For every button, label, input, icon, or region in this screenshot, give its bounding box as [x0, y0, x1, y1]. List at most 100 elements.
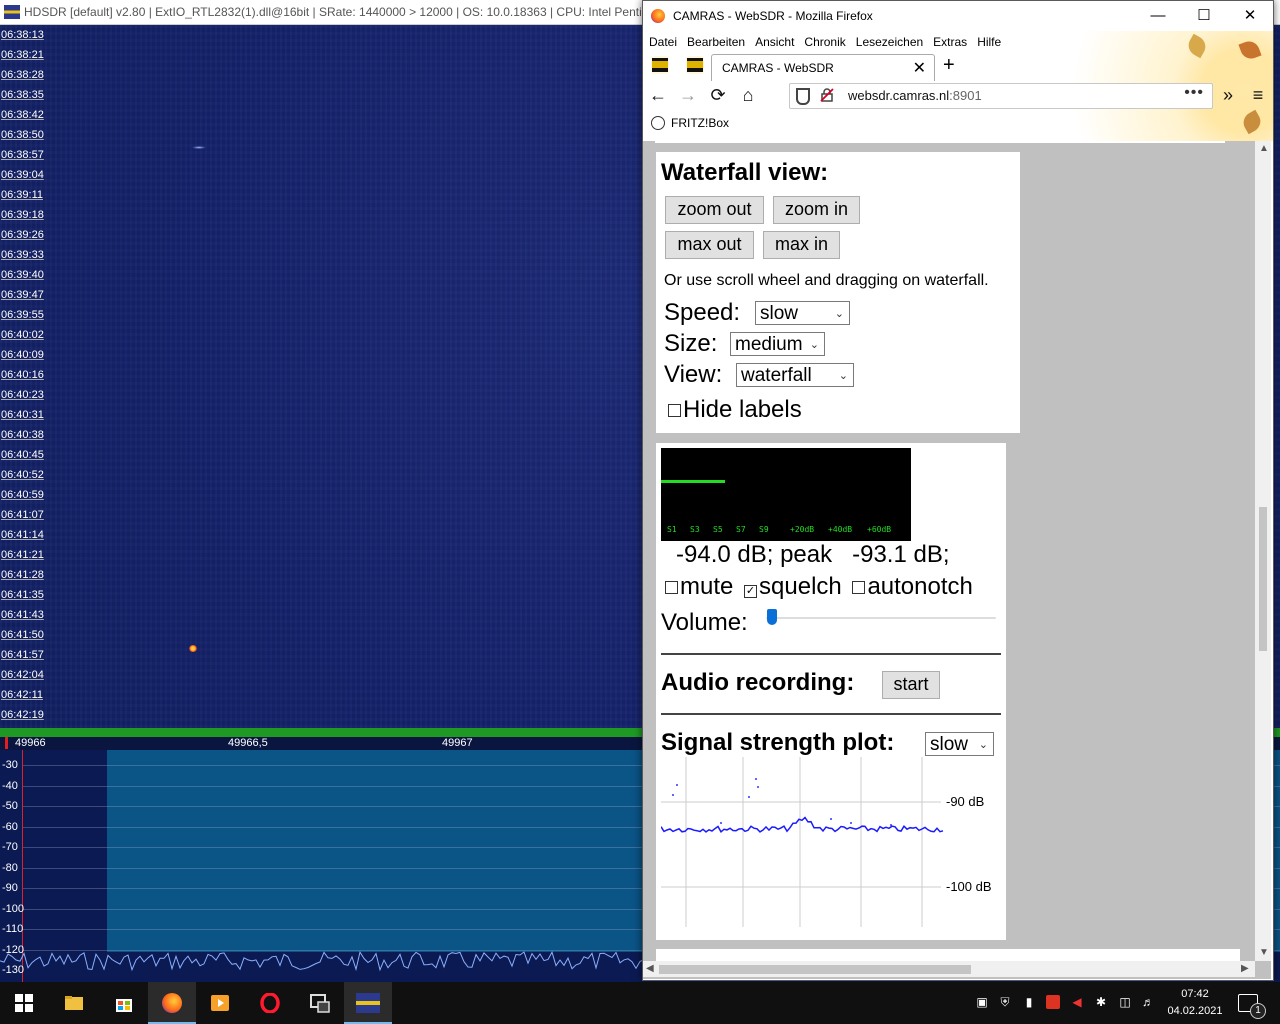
view-select[interactable]: waterfall ⌄: [736, 363, 854, 387]
pinned-tab-1[interactable]: [651, 56, 669, 74]
db-scale-label: -90: [2, 882, 18, 894]
horizontal-scroll-thumb[interactable]: [659, 965, 971, 974]
tab-title: CAMRAS - WebSDR: [722, 61, 834, 75]
overflow-button[interactable]: »: [1217, 84, 1239, 106]
max-out-button[interactable]: max out: [665, 231, 754, 259]
vertical-scroll-thumb[interactable]: [1259, 507, 1267, 651]
hamburger-menu-button[interactable]: ≡: [1247, 84, 1269, 106]
back-button[interactable]: ←: [647, 84, 669, 106]
signal-strength-plot: -90 dB -100 dB: [661, 757, 992, 927]
minimize-button[interactable]: —: [1135, 1, 1181, 31]
page-actions-button[interactable]: •••: [1184, 84, 1204, 102]
s-meter-label: S9: [759, 525, 769, 534]
folder-icon: [65, 996, 83, 1010]
taskbar-firefox[interactable]: [148, 982, 196, 1024]
defender-shield-icon[interactable]: ⛨: [998, 995, 1012, 1009]
audio-recording-heading: Audio recording:: [661, 669, 855, 696]
scroll-down-icon[interactable]: ▼: [1259, 947, 1269, 958]
s-meter-label: +20dB: [790, 525, 815, 534]
waterfall-time-label: 06:40:23: [1, 389, 44, 401]
volume-muted-icon[interactable]: ◀: [1070, 995, 1084, 1009]
db-scale-label: -110: [2, 923, 24, 935]
url-port: :8901: [949, 88, 982, 103]
waterfall-time-label: 06:39:26: [1, 229, 44, 241]
freq-label: 49966,5: [228, 737, 268, 749]
forward-button[interactable]: →: [677, 84, 699, 106]
bookmark-fritzbox[interactable]: FRITZ!Box: [671, 116, 729, 130]
waterfall-time-label: 06:38:42: [1, 109, 44, 121]
waterfall-view-panel: Waterfall view: zoom out zoom in max out…: [656, 152, 1020, 433]
close-window-button[interactable]: ✕: [1227, 1, 1273, 31]
bluetooth-icon[interactable]: ✱: [1094, 995, 1108, 1009]
waterfall-time-label: 06:39:18: [1, 209, 44, 221]
menu-chronik[interactable]: Chronik: [804, 31, 845, 53]
signal-strength-plot-heading: Signal strength plot:: [661, 729, 895, 756]
waterfall-signal-burst: [189, 645, 197, 652]
home-button[interactable]: ⌂: [737, 84, 759, 106]
zoom-out-button[interactable]: zoom out: [665, 196, 764, 224]
scroll-left-icon[interactable]: ◀: [646, 963, 654, 974]
scroll-up-icon[interactable]: ▲: [1259, 143, 1269, 154]
tab-close-icon[interactable]: ✕: [913, 58, 926, 78]
menu-bearbeiten[interactable]: Bearbeiten: [687, 31, 745, 53]
usb-device-icon[interactable]: ▮: [1022, 995, 1036, 1009]
taskbar-hdsdr[interactable]: [344, 982, 392, 1024]
volume-slider-thumb[interactable]: [767, 609, 777, 625]
menu-hilfe[interactable]: Hilfe: [977, 31, 1001, 53]
plot-speed-value: slow: [930, 734, 969, 755]
pinned-tab-2[interactable]: [686, 56, 704, 74]
max-in-button[interactable]: max in: [763, 231, 840, 259]
new-tab-button[interactable]: +: [943, 54, 955, 77]
waterfall-time-label: 06:40:31: [1, 409, 44, 421]
taskbar-opera[interactable]: [246, 982, 294, 1024]
start-recording-button[interactable]: start: [882, 671, 940, 699]
menu-lesezeichen[interactable]: Lesezeichen: [856, 31, 923, 53]
size-label: Size:: [664, 330, 718, 357]
plot-speed-select[interactable]: slow ⌄: [925, 732, 994, 756]
taskbar-media-player[interactable]: [196, 982, 244, 1024]
taskbar-file-explorer[interactable]: [50, 982, 98, 1024]
vertical-scrollbar[interactable]: ▲ ▼: [1255, 141, 1271, 961]
db-scale-label: -120: [2, 943, 25, 956]
menu-datei[interactable]: Datei: [649, 31, 677, 53]
db-scale-label: -80: [2, 861, 18, 874]
db-scale-label: -40: [2, 779, 18, 792]
taskbar-snipping[interactable]: [296, 982, 344, 1024]
mute-checkbox[interactable]: [665, 581, 678, 594]
maximize-button[interactable]: ☐: [1181, 1, 1227, 31]
menu-extras[interactable]: Extras: [933, 31, 967, 53]
antivirus-icon[interactable]: [1046, 995, 1060, 1009]
volume-slider-track[interactable]: [766, 617, 996, 619]
tab-camras-websdr[interactable]: CAMRAS - WebSDR ✕: [711, 54, 935, 81]
speaker-icon[interactable]: ♬: [1141, 995, 1155, 1009]
page-content[interactable]: Waterfall view: zoom out zoom in max out…: [643, 141, 1271, 979]
horizontal-scrollbar[interactable]: ◀ ▶: [643, 961, 1255, 977]
db-scale-label: -70: [2, 841, 18, 853]
menu-ansicht[interactable]: Ansicht: [755, 31, 794, 53]
audio-options: mute ✓ squelch autonotch: [665, 573, 973, 601]
db-scale-label: -50: [2, 800, 18, 812]
tuning-marker[interactable]: [5, 737, 8, 749]
url-bar[interactable]: websdr.camras.nl:8901 •••: [789, 83, 1213, 109]
network-icon[interactable]: ◫: [1118, 995, 1132, 1009]
hide-labels-checkbox[interactable]: [668, 404, 681, 417]
view-label: View:: [664, 361, 723, 388]
action-center-icon[interactable]: 1: [1238, 994, 1266, 1019]
tray-app-icon[interactable]: ▣: [975, 995, 989, 1009]
next-panel-edge: [656, 949, 1240, 961]
scroll-right-icon[interactable]: ▶: [1241, 963, 1249, 974]
insecure-lock-icon[interactable]: [820, 88, 834, 102]
divider: [661, 713, 1001, 715]
reload-button[interactable]: ⟳: [707, 84, 729, 106]
start-button[interactable]: [0, 982, 48, 1024]
size-select[interactable]: medium ⌄: [730, 332, 825, 356]
tracking-shield-icon[interactable]: [796, 88, 810, 105]
speed-select[interactable]: slow ⌄: [755, 301, 850, 325]
clock[interactable]: 07:42 04.02.2021: [1160, 986, 1230, 1020]
firefox-title-bar[interactable]: CAMRAS - WebSDR - Mozilla Firefox — ☐ ✕: [643, 1, 1273, 31]
zoom-in-button[interactable]: zoom in: [773, 196, 860, 224]
squelch-checkbox[interactable]: ✓: [744, 585, 758, 598]
autonotch-checkbox[interactable]: [852, 581, 866, 594]
waterfall-time-label: 06:38:21: [1, 49, 44, 61]
taskbar-store[interactable]: [100, 982, 148, 1024]
